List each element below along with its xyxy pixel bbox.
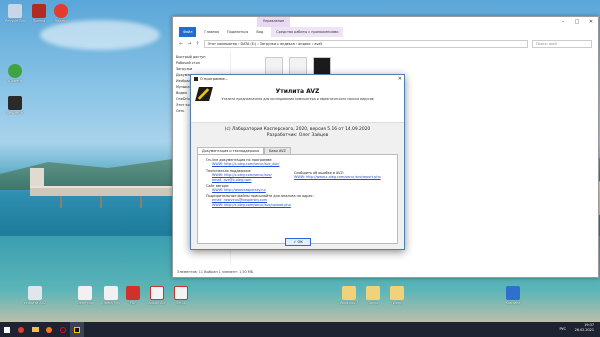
taskbar-explorer[interactable] <box>28 322 42 337</box>
address-bar[interactable]: Этот компьютер › DATA (E:) › Загрузки с … <box>203 40 528 48</box>
ribbon-tabs: Файл Главная Поделиться Вид Средства раб… <box>173 27 598 37</box>
desktop-icon-deviceoff[interactable]: DeviceOff <box>2 96 28 115</box>
right-column: Сообщить об ошибке в AVZ: WWW: http://ww… <box>294 171 404 180</box>
back-arrow-icon[interactable]: ← <box>179 41 183 47</box>
address-bar-row: ← → ↑ Этот компьютер › DATA (E:) › Загру… <box>179 39 592 49</box>
app-icon <box>506 286 520 300</box>
desktop-icon-5[interactable]: Adobe Acr <box>144 286 170 305</box>
start-button[interactable] <box>0 322 14 337</box>
docs-support-panel: On-line документация по программе: WWW: … <box>197 154 398 244</box>
pier <box>30 186 180 196</box>
windows-icon <box>4 326 10 333</box>
docs-link[interactable]: WWW: http://z-oleg.com/secur/avz_doc/ <box>206 162 316 166</box>
desktop-icon-yandex[interactable]: Яндекс <box>48 4 74 23</box>
desktop-icon-10[interactable]: Корзина <box>500 286 526 305</box>
ok-button[interactable]: ✔ OK <box>285 238 311 246</box>
desktop-icon-6[interactable]: Setup <box>168 286 194 305</box>
yandex-icon <box>54 4 68 18</box>
developer-text: Разработчик: Олег Зайцев <box>266 133 329 138</box>
search-input[interactable]: Поиск: avz5 <box>532 40 592 48</box>
pdf-icon <box>150 286 164 300</box>
window-controls: – □ ✕ <box>556 17 598 27</box>
tab-manage[interactable]: Средства работы с приложениями <box>271 27 344 37</box>
desktop-icon-4[interactable]: PDF <box>120 286 146 305</box>
desktop-icon-8[interactable]: Папка <box>360 286 386 305</box>
app-icon <box>126 286 140 300</box>
left-column: On-line документация по программе: WWW: … <box>206 158 316 207</box>
up-arrow-icon[interactable]: ↑ <box>195 41 199 47</box>
recycle-bin-icon <box>8 4 22 18</box>
minimize-icon[interactable]: – <box>556 17 570 27</box>
desktop-icon-recycle-bin[interactable]: Recycle Bin <box>2 4 28 23</box>
app-icon <box>28 286 42 300</box>
opera-icon <box>60 326 66 333</box>
maximize-icon[interactable]: □ <box>570 17 584 27</box>
report-link[interactable]: WWW: http://www.z-oleg.com/secur/avz/rep… <box>294 175 404 179</box>
dialog-info: (с) Лаборатория Касперского, 2020, верси… <box>191 123 404 143</box>
folder-icon <box>366 286 380 300</box>
desktop-icon-1[interactable]: Утилита АVZ <box>22 286 48 305</box>
app-description: Утилита предназначена для исследования к… <box>221 97 374 101</box>
app-icon <box>104 286 118 300</box>
language-indicator[interactable]: РУС <box>560 327 566 331</box>
status-bar: Элементов: 11 Выбран 1 элемент: 1,50 МБ <box>177 270 254 274</box>
dialog-titlebar[interactable]: О программе... ✕ <box>191 75 404 83</box>
pier-post <box>60 196 62 208</box>
app-name: Утилита AVZ <box>275 88 320 95</box>
dialog-title: О программе... <box>200 77 229 81</box>
desktop-icon-utorrent[interactable]: uTorrent <box>2 64 28 83</box>
app-icon <box>78 286 92 300</box>
app-icon <box>8 96 22 110</box>
taskbar-yandex[interactable] <box>14 322 28 337</box>
tab-home[interactable]: Главная <box>204 27 219 37</box>
tab-file[interactable]: Файл <box>179 27 197 37</box>
tab-view[interactable]: Вид <box>256 27 263 37</box>
pier-post <box>100 196 102 208</box>
tab-share[interactable]: Поделиться <box>227 27 248 37</box>
folder-icon <box>31 327 39 332</box>
clock[interactable]: 19:37 26.02.2021 <box>575 323 594 333</box>
desktop-icon-9[interactable]: Word <box>384 286 410 305</box>
close-icon[interactable]: ✕ <box>584 17 598 27</box>
tab-avz-bases[interactable]: Базы AVZ <box>264 147 291 154</box>
pdf-icon <box>174 286 188 300</box>
forward-arrow-icon[interactable]: → <box>187 41 191 47</box>
clock-date: 26.02.2021 <box>574 328 594 332</box>
about-dialog[interactable]: О программе... ✕ Утилита AVZ Утилита пре… <box>190 74 405 250</box>
app-icon <box>32 4 46 18</box>
taskbar-opera[interactable] <box>56 322 70 337</box>
folder-icon <box>390 286 404 300</box>
taskbar: РУС 19:37 26.02.2021 <box>0 322 600 337</box>
utorrent-icon <box>8 64 22 78</box>
cloud <box>40 20 160 50</box>
yandex-icon <box>18 326 24 333</box>
taskbar-avz[interactable] <box>70 322 84 337</box>
avz-icon <box>74 326 80 333</box>
app-small-icon <box>194 77 198 81</box>
taskbar-firefox[interactable] <box>42 322 56 337</box>
author-link[interactable]: WWW: http://www.kaspersky.ru/ <box>206 188 316 192</box>
explorer-titlebar[interactable]: Управление – □ ✕ <box>173 17 598 27</box>
ribbon-context-tab[interactable]: Управление <box>257 17 291 27</box>
close-icon[interactable]: ✕ <box>398 75 402 83</box>
dialog-tabs: Документация и техподдержка Базы AVZ <box>197 147 398 154</box>
folder-icon <box>342 286 356 300</box>
desktop-icon-7[interactable]: Windows 7 <box>336 286 362 305</box>
desktop-icon-2[interactable]: DemProg <box>72 286 98 305</box>
tab-docs-support[interactable]: Документация и техподдержка <box>197 147 265 154</box>
check-icon: ✔ <box>293 240 297 244</box>
dialog-header: Утилита AVZ Утилита предназначена для ис… <box>191 83 404 123</box>
files-www-link[interactable]: WWW: http://z-oleg.com/secur/avz/upload.… <box>206 203 316 207</box>
pier-post <box>140 196 142 208</box>
firefox-icon <box>46 326 52 333</box>
